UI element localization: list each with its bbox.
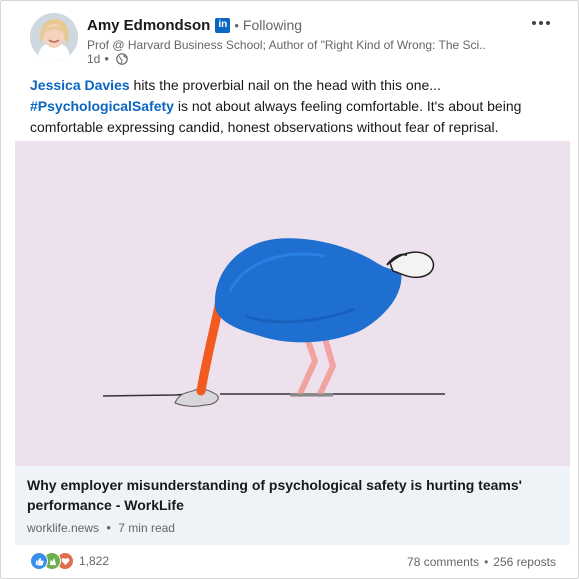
comments-count[interactable]: 78 comments [407, 555, 479, 569]
article-link-card[interactable]: Why employer misunderstanding of psychol… [15, 466, 570, 545]
article-image[interactable] [15, 141, 570, 466]
author-name[interactable]: Amy Edmondson [87, 17, 210, 34]
article-title[interactable]: Why employer misunderstanding of psychol… [27, 475, 547, 515]
more-options-button[interactable] [527, 13, 555, 33]
reactions-summary[interactable]: 1,822 [30, 552, 109, 570]
like-icon [30, 552, 48, 570]
separator-dot: • [234, 17, 239, 33]
avatar-photo [30, 13, 78, 61]
reaction-count: 1,822 [79, 554, 110, 568]
article-source: worklife.news [27, 521, 100, 535]
post-body-text-1: hits the proverbial nail on the head wit… [129, 77, 441, 93]
engagement-counts: 78 comments • 256 reposts [407, 555, 556, 569]
post-card: Amy Edmondson in • Following Prof @ Harv… [0, 0, 579, 579]
article-read-time: 7 min read [118, 521, 175, 535]
author-headline: Prof @ Harvard Business School; Author o… [87, 38, 487, 52]
social-counts-bar: 1,822 78 comments • 256 reposts [1, 548, 578, 578]
author-avatar[interactable] [30, 13, 78, 61]
post-body: Jessica Davies hits the proverbial nail … [30, 75, 560, 138]
ellipsis-icon [532, 21, 536, 25]
globe-icon [116, 52, 128, 65]
author-name-row: Amy Edmondson in • Following [87, 15, 302, 35]
linkedin-premium-icon: in [215, 17, 231, 33]
reposts-count[interactable]: 256 reposts [493, 555, 556, 569]
post-meta: 1d • [87, 51, 128, 66]
post-time: 1d [87, 51, 101, 66]
hashtag-link[interactable]: #PsychologicalSafety [30, 98, 174, 114]
follow-status[interactable]: Following [243, 17, 302, 33]
ostrich-illustration [102, 238, 445, 407]
separator-dot: • [104, 51, 109, 66]
separator-dot: • [106, 520, 111, 535]
post-header: Amy Edmondson in • Following Prof @ Harv… [1, 1, 578, 71]
separator-dot: • [484, 555, 489, 569]
article-meta: worklife.news • 7 min read [27, 520, 175, 535]
mention-link[interactable]: Jessica Davies [30, 77, 130, 93]
